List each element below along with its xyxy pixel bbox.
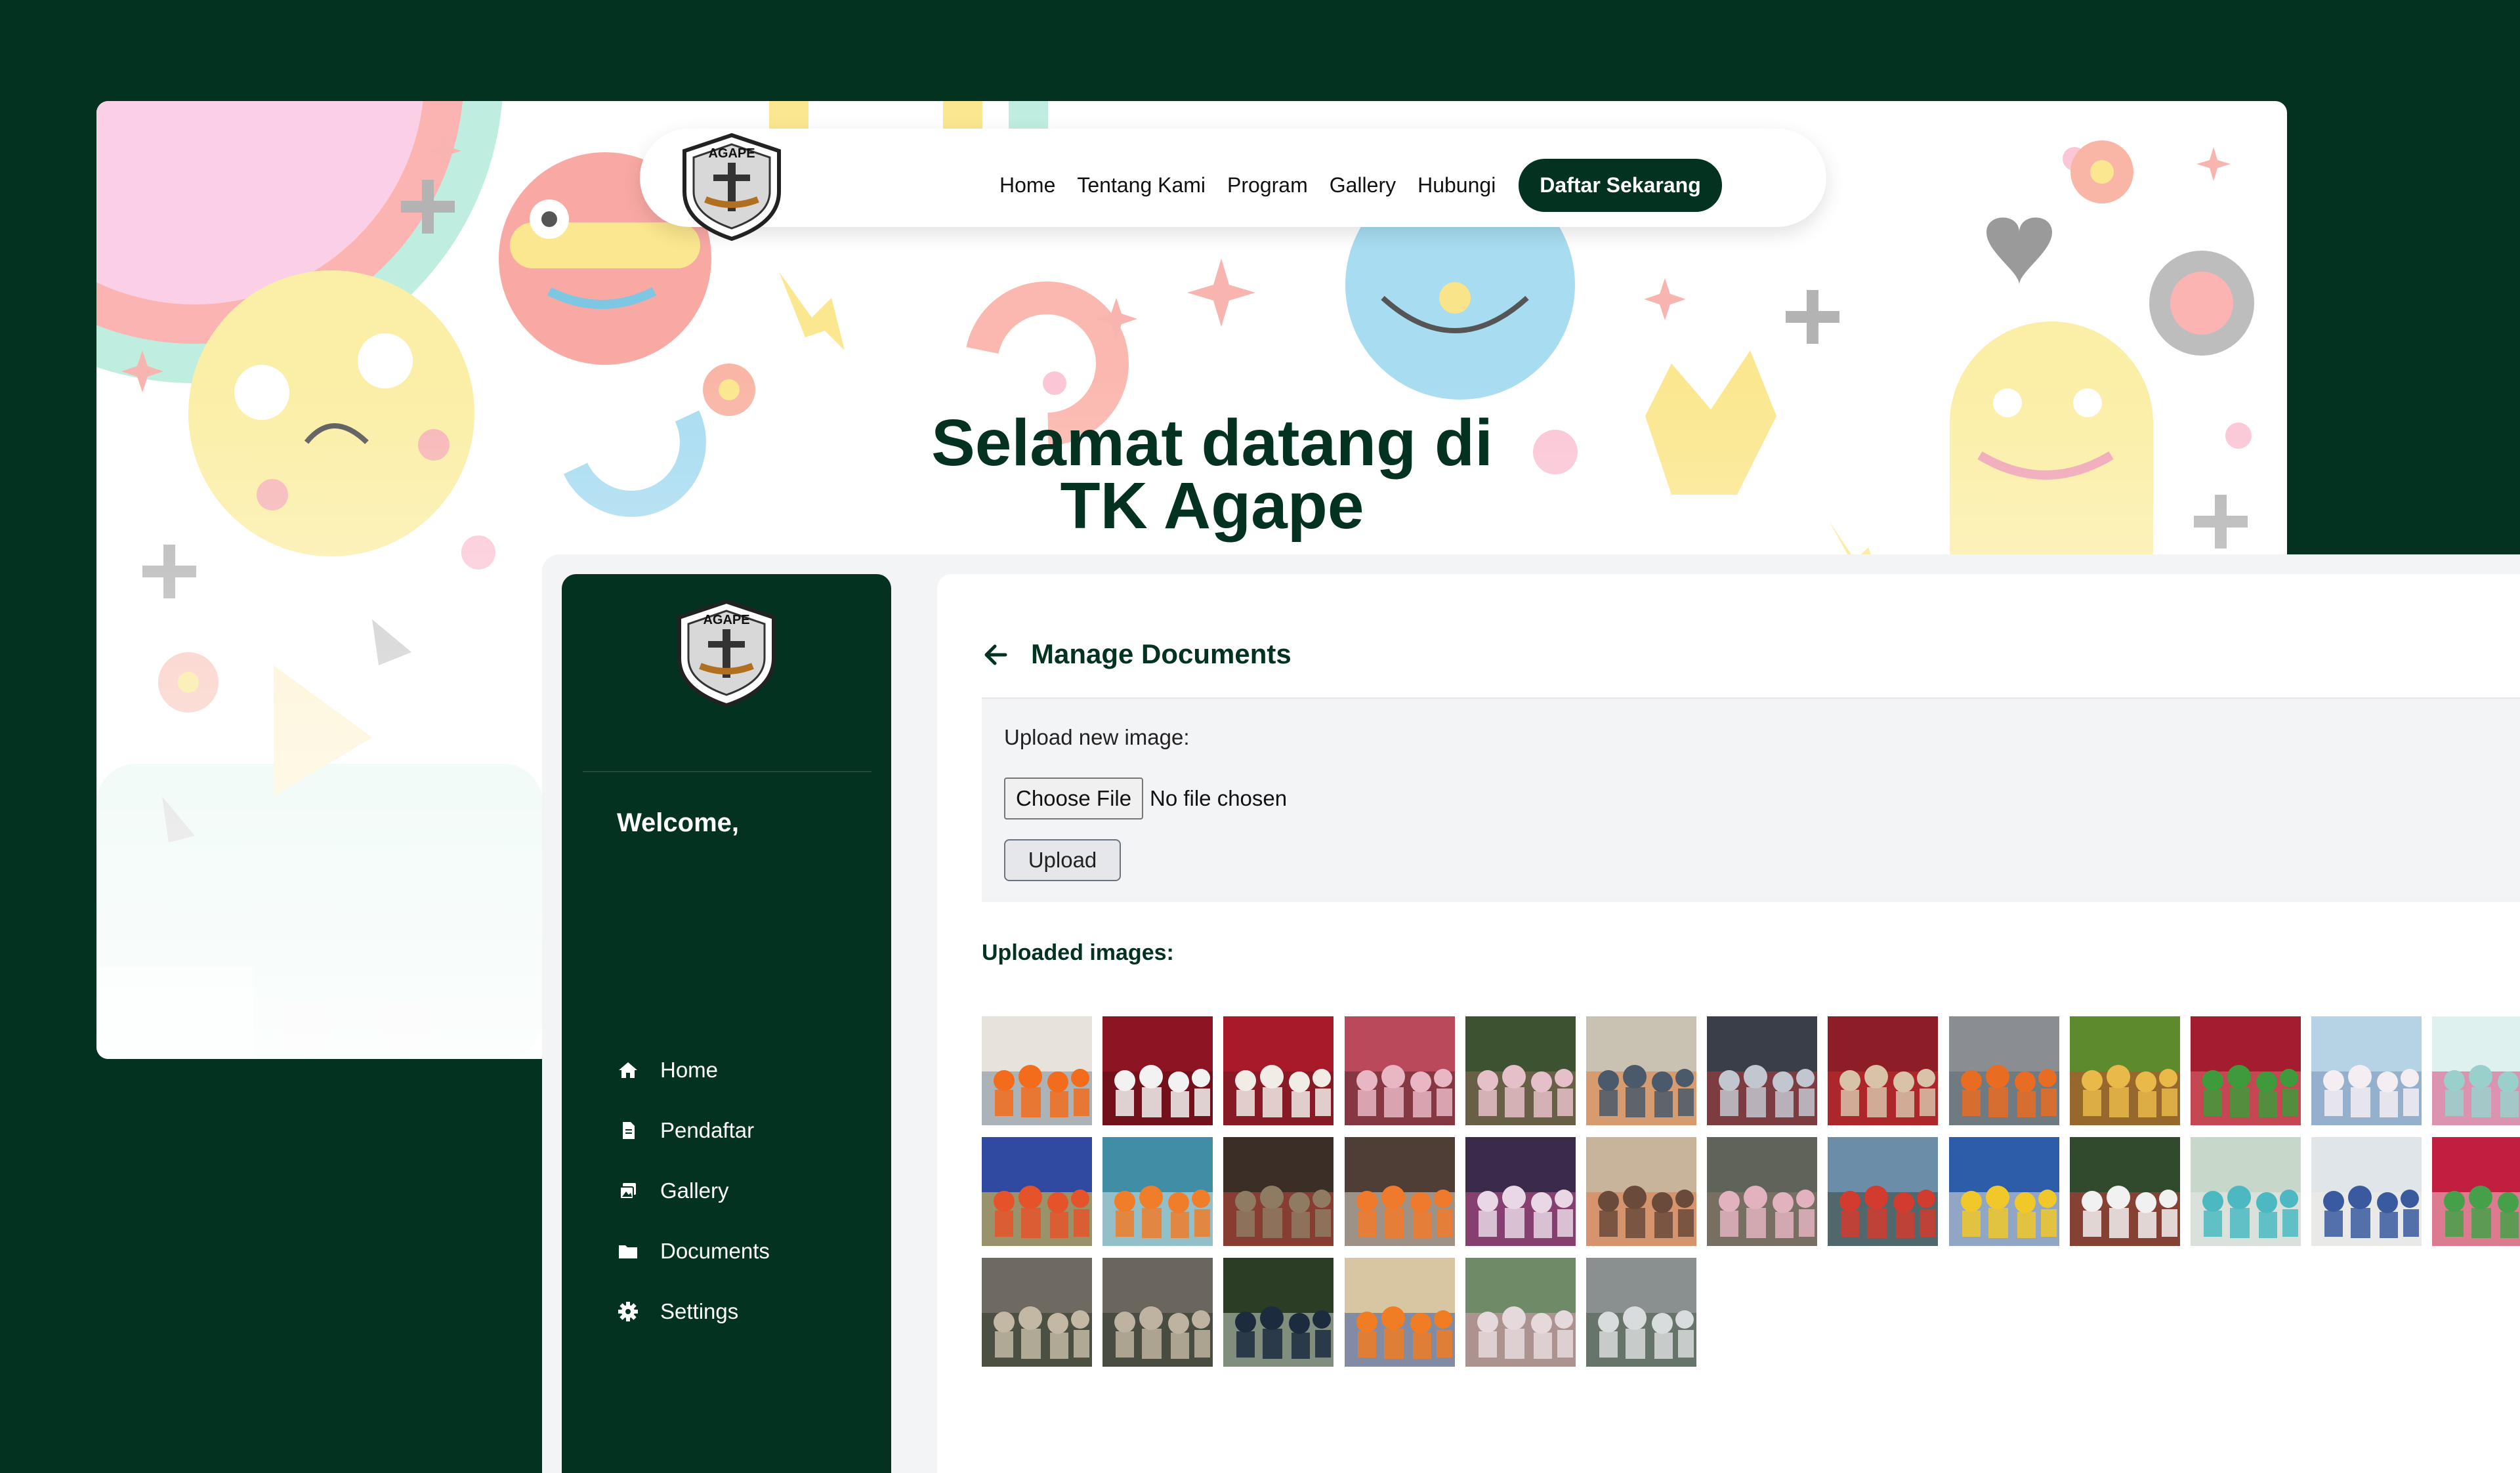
upload-panel: Upload new image: Choose File No file ch… [982, 697, 2520, 902]
uploaded-image-thumbnail[interactable] [1223, 1137, 1334, 1246]
site-nav: Home Tentang Kami Program Gallery Hubung… [999, 159, 1722, 212]
uploaded-image-thumbnail[interactable] [1586, 1258, 1696, 1367]
uploaded-image-thumbnail[interactable] [1949, 1016, 2059, 1125]
home-icon [617, 1059, 639, 1081]
sidebar: AGAPE Welcome, Home Pendaftar Gallery Do… [562, 574, 891, 1473]
hero-title-line-1: Selamat datang di [931, 406, 1493, 480]
document-icon [617, 1119, 639, 1142]
uploaded-image-thumbnail[interactable] [1345, 1137, 1455, 1246]
uploaded-image-thumbnail[interactable] [1828, 1016, 1938, 1125]
sidebar-item-label: Home [660, 1058, 719, 1082]
uploaded-image-thumbnail[interactable] [982, 1016, 1092, 1125]
sidebar-item-pendaftar[interactable]: Pendaftar [617, 1111, 754, 1150]
nav-link-tentang-kami[interactable]: Tentang Kami [1077, 173, 1206, 197]
svg-text:AGAPE: AGAPE [708, 146, 755, 161]
uploaded-images-heading: Uploaded images: [982, 940, 1174, 965]
agape-logo[interactable]: AGAPE [674, 131, 789, 246]
main-content: Manage Documents Upload new image: Choos… [937, 574, 2520, 1473]
nav-link-home[interactable]: Home [999, 173, 1055, 197]
uploaded-image-thumbnail[interactable] [982, 1137, 1092, 1246]
uploaded-image-thumbnail[interactable] [2311, 1016, 2422, 1125]
sidebar-item-home[interactable]: Home [617, 1050, 718, 1090]
uploaded-image-thumbnail[interactable] [1345, 1016, 1455, 1125]
uploaded-image-thumbnail[interactable] [1345, 1258, 1455, 1367]
uploaded-image-thumbnail[interactable] [1102, 1016, 1213, 1125]
admin-panel-window: AGAPE Welcome, Home Pendaftar Gallery Do… [542, 554, 2520, 1473]
welcome-text: Welcome, [617, 808, 739, 837]
sidebar-item-label: Gallery [660, 1178, 729, 1203]
uploaded-image-thumbnail[interactable] [2070, 1016, 2180, 1125]
gear-icon [617, 1300, 639, 1323]
uploaded-image-thumbnail[interactable] [2432, 1016, 2520, 1125]
file-status-text: No file chosen [1150, 786, 1288, 810]
uploaded-image-thumbnail[interactable] [1707, 1137, 1817, 1246]
uploaded-image-thumbnail[interactable] [2311, 1137, 2422, 1246]
sidebar-agape-logo: AGAPE [669, 598, 784, 713]
uploaded-image-thumbnail[interactable] [1465, 1016, 1576, 1125]
sidebar-item-label: Documents [660, 1239, 770, 1263]
uploaded-image-thumbnail[interactable] [1223, 1016, 1334, 1125]
hero-title: Selamat datang di TK Agape [818, 406, 1606, 543]
nav-link-gallery[interactable]: Gallery [1330, 173, 1396, 197]
uploaded-image-thumbnail[interactable] [1102, 1258, 1213, 1367]
page-title: Manage Documents [1031, 638, 1292, 669]
uploaded-image-thumbnail[interactable] [1949, 1137, 2059, 1246]
choose-file-button[interactable]: Choose File [1004, 778, 1144, 819]
sidebar-item-label: Pendaftar [660, 1118, 755, 1142]
uploaded-image-thumbnail[interactable] [1586, 1016, 1696, 1125]
uploaded-image-thumbnail[interactable] [1707, 1016, 1817, 1125]
sidebar-item-label: Settings [660, 1299, 739, 1323]
folder-icon [617, 1240, 639, 1262]
uploaded-image-thumbnail[interactable] [1586, 1137, 1696, 1246]
upload-button[interactable]: Upload [1004, 839, 1121, 881]
uploaded-image-thumbnail[interactable] [1102, 1137, 1213, 1246]
uploaded-image-thumbnail[interactable] [1465, 1258, 1576, 1367]
uploaded-image-thumbnail[interactable] [2191, 1016, 2301, 1125]
svg-text:AGAPE: AGAPE [703, 613, 749, 627]
uploaded-image-thumbnail[interactable] [2070, 1137, 2180, 1246]
daftar-sekarang-button[interactable]: Daftar Sekarang [1519, 159, 1722, 212]
sidebar-item-documents[interactable]: Documents [617, 1232, 770, 1271]
back-arrow-icon[interactable] [983, 644, 1009, 669]
upload-label: Upload new image: [1004, 725, 1190, 749]
uploaded-image-thumbnail[interactable] [1223, 1258, 1334, 1367]
nav-link-program[interactable]: Program [1227, 173, 1308, 197]
uploaded-image-thumbnail[interactable] [982, 1258, 1092, 1367]
sidebar-item-settings[interactable]: Settings [617, 1292, 738, 1331]
uploaded-image-thumbnail[interactable] [1465, 1137, 1576, 1246]
uploaded-image-thumbnail[interactable] [1828, 1137, 1938, 1246]
nav-link-hubungi[interactable]: Hubungi [1418, 173, 1496, 197]
hero-title-line-2: TK Agape [1060, 469, 1364, 543]
images-icon [617, 1180, 639, 1202]
sidebar-item-gallery[interactable]: Gallery [617, 1171, 729, 1211]
uploaded-image-thumbnail[interactable] [2432, 1137, 2520, 1246]
sidebar-divider [583, 771, 872, 772]
uploaded-image-thumbnail[interactable] [2191, 1137, 2301, 1246]
